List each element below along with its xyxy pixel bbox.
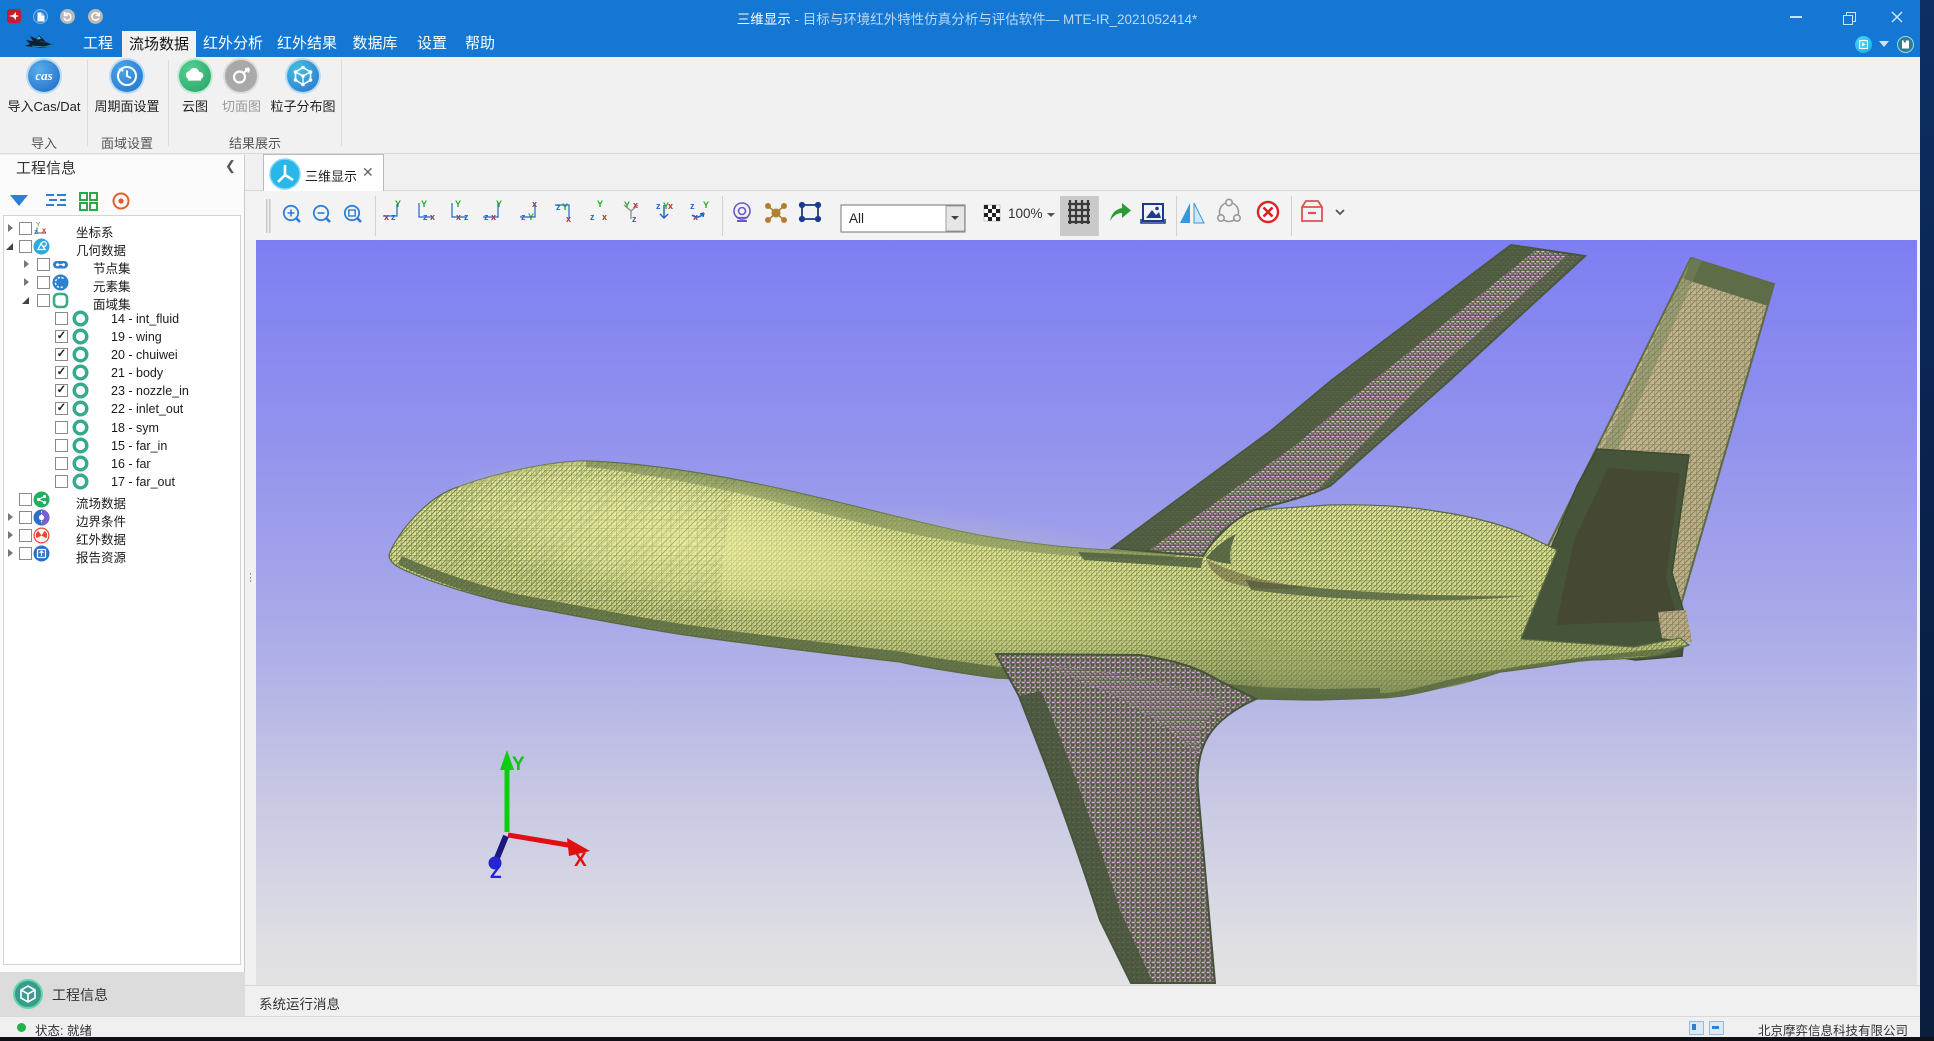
svg-text:x: x — [384, 212, 389, 222]
svg-text:100%: 100% — [1008, 206, 1043, 221]
svg-text:Y: Y — [455, 199, 461, 209]
svg-text:Y: Y — [703, 200, 709, 210]
svg-text:Z: Z — [490, 862, 502, 883]
svg-text:z: z — [391, 212, 396, 222]
svg-text:x: x — [602, 212, 607, 222]
svg-text:X: X — [574, 850, 587, 871]
svg-text:Y: Y — [597, 199, 603, 209]
svg-text:Y: Y — [562, 202, 568, 212]
svg-text:Y: Y — [496, 199, 502, 209]
svg-text:Y: Y — [512, 754, 525, 775]
svg-text:z: z — [590, 212, 595, 222]
svg-text:z: z — [556, 202, 561, 212]
svg-text:z: z — [690, 201, 695, 211]
svg-text:Y: Y — [395, 199, 401, 209]
svg-text:All: All — [849, 211, 864, 226]
svg-text:z: z — [632, 214, 637, 224]
svg-text:x: x — [668, 201, 673, 211]
svg-text:Y: Y — [421, 199, 427, 209]
svg-text:z: z — [34, 227, 38, 236]
svg-text:z: z — [656, 201, 661, 211]
